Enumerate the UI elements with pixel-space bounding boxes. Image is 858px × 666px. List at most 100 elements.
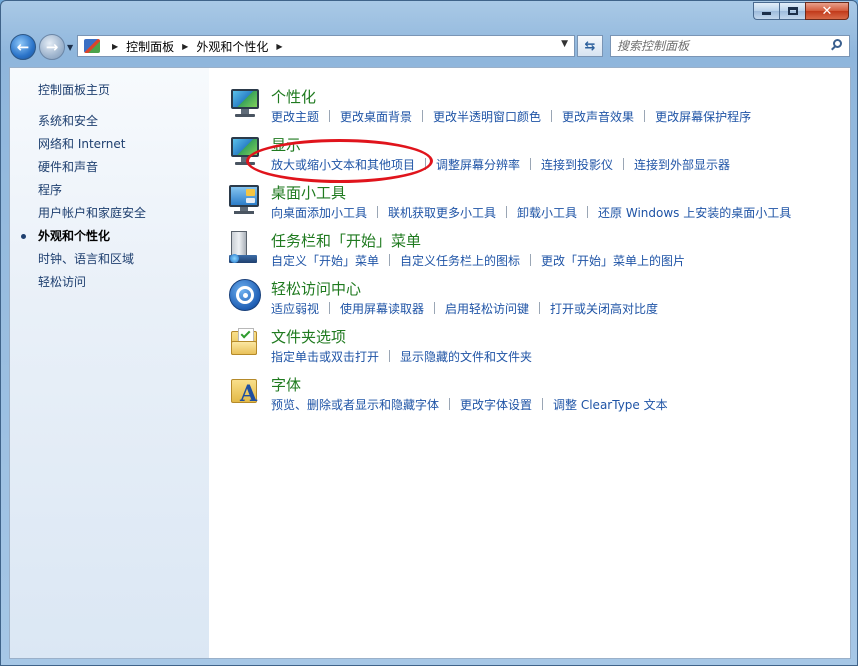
desktop-gadgets-icon[interactable] <box>229 183 261 215</box>
link-divider <box>434 302 436 314</box>
link-change-desktop-background[interactable]: 更改桌面背景 <box>340 108 412 125</box>
minimize-button[interactable] <box>753 2 779 20</box>
breadcrumb-chevron-right-icon[interactable]: ▶ <box>112 42 118 51</box>
search-icon[interactable] <box>829 38 843 53</box>
search-input[interactable] <box>611 39 811 53</box>
control-panel-icon <box>84 39 100 53</box>
folder-options-icon[interactable] <box>229 327 261 359</box>
link-change-sound-effects[interactable]: 更改声音效果 <box>562 108 634 125</box>
control-panel-window: ✕ ← → ▼ ▶ 控制面板 ▶ 外观和个性化 ▶ ▼ ⇆ 控制面板主页 系统和… <box>0 0 858 666</box>
link-adjust-screen-resolution[interactable]: 调整屏幕分辨率 <box>436 156 520 173</box>
close-icon: ✕ <box>821 3 833 19</box>
close-button[interactable]: ✕ <box>805 2 849 20</box>
link-restore-gadgets[interactable]: 还原 Windows 上安装的桌面小工具 <box>598 204 791 221</box>
link-divider <box>551 110 553 122</box>
category-personalization: 个性化 更改主题 更改桌面背景 更改半透明窗口颜色 更改声音效果 更改屏幕保护程… <box>209 84 849 132</box>
address-row: ← → ▼ ▶ 控制面板 ▶ 外观和个性化 ▶ ▼ ⇆ <box>1 32 857 62</box>
category-folder-options: 文件夹选项 指定单击或双击打开 显示隐藏的文件和文件夹 <box>209 324 849 372</box>
sidebar-item-system-security[interactable]: 系统和安全 <box>38 114 146 137</box>
link-single-double-click[interactable]: 指定单击或双击打开 <box>271 348 379 365</box>
address-history-chevron-down-icon[interactable]: ▼ <box>561 39 568 49</box>
link-toggle-high-contrast[interactable]: 打开或关闭高对比度 <box>550 300 658 317</box>
link-change-font-settings[interactable]: 更改字体设置 <box>460 396 532 413</box>
link-divider <box>377 206 379 218</box>
link-divider <box>542 398 544 410</box>
main-panel: 个性化 更改主题 更改桌面背景 更改半透明窗口颜色 更改声音效果 更改屏幕保护程… <box>209 68 850 658</box>
category-desktop-gadgets: 桌面小工具 向桌面添加小工具 联机获取更多小工具 卸载小工具 还原 Window… <box>209 180 849 228</box>
link-uninstall-gadget[interactable]: 卸载小工具 <box>517 204 577 221</box>
category-ease-of-access-center: 轻松访问中心 适应弱视 使用屏幕读取器 启用轻松访问键 打开或关闭高对比度 <box>209 276 849 324</box>
refresh-button[interactable]: ⇆ <box>577 35 603 57</box>
sidebar-item-programs[interactable]: 程序 <box>38 183 146 206</box>
breadcrumb-control-panel[interactable]: 控制面板 <box>126 38 174 55</box>
sidebar-home-link[interactable]: 控制面板主页 <box>38 81 110 98</box>
search-box <box>610 35 850 57</box>
category-title-fonts[interactable]: 字体 <box>271 374 301 395</box>
sidebar: 控制面板主页 系统和安全 网络和 Internet 硬件和声音 程序 用户帐户和… <box>10 68 209 658</box>
link-adjust-cleartype[interactable]: 调整 ClearType 文本 <box>553 396 668 413</box>
category-title-ease-of-access-center[interactable]: 轻松访问中心 <box>271 278 361 299</box>
category-links: 适应弱视 使用屏幕读取器 启用轻松访问键 打开或关闭高对比度 <box>271 300 658 317</box>
link-divider <box>623 158 625 170</box>
link-preview-delete-fonts[interactable]: 预览、删除或者显示和隐藏字体 <box>271 396 439 413</box>
link-show-hidden-files[interactable]: 显示隐藏的文件和文件夹 <box>400 348 532 365</box>
sidebar-item-user-accounts[interactable]: 用户帐户和家庭安全 <box>38 206 146 229</box>
link-divider <box>644 110 646 122</box>
category-title-personalization[interactable]: 个性化 <box>271 86 316 107</box>
refresh-icon: ⇆ <box>584 38 596 54</box>
address-bar[interactable]: ▶ 控制面板 ▶ 外观和个性化 ▶ ▼ <box>77 35 575 57</box>
link-accommodate-low-vision[interactable]: 适应弱视 <box>271 300 319 317</box>
fonts-folder-icon[interactable]: A <box>229 375 261 407</box>
sidebar-item-hardware-sound[interactable]: 硬件和声音 <box>38 160 146 183</box>
sidebar-item-appearance[interactable]: 外观和个性化 <box>20 229 146 252</box>
link-divider <box>587 206 589 218</box>
minimize-icon <box>762 12 771 15</box>
link-divider <box>530 158 532 170</box>
forward-button[interactable]: → <box>39 34 65 60</box>
category-title-display[interactable]: 显示 <box>271 134 301 155</box>
link-customize-start-menu[interactable]: 自定义「开始」菜单 <box>271 252 379 269</box>
font-letter-a: A <box>240 381 258 407</box>
link-change-window-color[interactable]: 更改半透明窗口颜色 <box>433 108 541 125</box>
sidebar-item-clock-language-region[interactable]: 时钟、语言和区域 <box>38 252 146 275</box>
category-links: 向桌面添加小工具 联机获取更多小工具 卸载小工具 还原 Windows 上安装的… <box>271 204 791 221</box>
breadcrumb-appearance-personalization[interactable]: 外观和个性化 <box>196 38 268 55</box>
content-area: 控制面板主页 系统和安全 网络和 Internet 硬件和声音 程序 用户帐户和… <box>9 67 851 659</box>
link-get-more-gadgets-online[interactable]: 联机获取更多小工具 <box>388 204 496 221</box>
maximize-button[interactable] <box>779 2 805 20</box>
breadcrumb-chevron-right-icon[interactable]: ▶ <box>182 42 188 51</box>
arrow-left-icon: ← <box>16 38 30 56</box>
link-use-screen-reader[interactable]: 使用屏幕读取器 <box>340 300 424 317</box>
category-taskbar-start-menu: 任务栏和「开始」菜单 自定义「开始」菜单 自定义任务栏上的图标 更改「开始」菜单… <box>209 228 849 276</box>
link-divider <box>389 254 391 266</box>
arrow-right-icon: → <box>45 38 59 56</box>
category-title-taskbar-start-menu[interactable]: 任务栏和「开始」菜单 <box>271 230 421 251</box>
link-connect-external-display[interactable]: 连接到外部显示器 <box>634 156 730 173</box>
link-divider <box>425 158 427 170</box>
category-display: 显示 放大或缩小文本和其他项目 调整屏幕分辨率 连接到投影仪 连接到外部显示器 <box>209 132 849 180</box>
link-change-start-menu-picture[interactable]: 更改「开始」菜单上的图片 <box>541 252 685 269</box>
taskbar-start-menu-icon[interactable] <box>229 231 261 263</box>
back-button[interactable]: ← <box>10 34 36 60</box>
display-monitor-icon[interactable] <box>229 135 261 167</box>
window-controls: ✕ <box>753 2 849 20</box>
recent-pages-chevron-down-icon[interactable]: ▼ <box>67 43 73 52</box>
title-bar[interactable]: ✕ <box>1 1 857 31</box>
link-customize-taskbar-icons[interactable]: 自定义任务栏上的图标 <box>400 252 520 269</box>
link-make-text-larger-smaller[interactable]: 放大或缩小文本和其他项目 <box>271 156 415 173</box>
category-title-desktop-gadgets[interactable]: 桌面小工具 <box>271 182 346 203</box>
link-change-screen-saver[interactable]: 更改屏幕保护程序 <box>655 108 751 125</box>
sidebar-item-ease-of-access[interactable]: 轻松访问 <box>38 275 146 298</box>
link-add-gadgets[interactable]: 向桌面添加小工具 <box>271 204 367 221</box>
link-change-theme[interactable]: 更改主题 <box>271 108 319 125</box>
ease-of-access-icon[interactable] <box>229 279 261 311</box>
link-divider <box>389 350 391 362</box>
sidebar-category-list: 系统和安全 网络和 Internet 硬件和声音 程序 用户帐户和家庭安全 外观… <box>20 114 146 298</box>
category-title-folder-options[interactable]: 文件夹选项 <box>271 326 346 347</box>
link-turn-on-easy-access-keys[interactable]: 启用轻松访问键 <box>445 300 529 317</box>
breadcrumb-chevron-right-icon[interactable]: ▶ <box>276 42 282 51</box>
link-connect-projector[interactable]: 连接到投影仪 <box>541 156 613 173</box>
link-divider <box>329 110 331 122</box>
personalization-monitor-icon[interactable] <box>229 87 261 119</box>
sidebar-item-network-internet[interactable]: 网络和 Internet <box>38 137 146 160</box>
